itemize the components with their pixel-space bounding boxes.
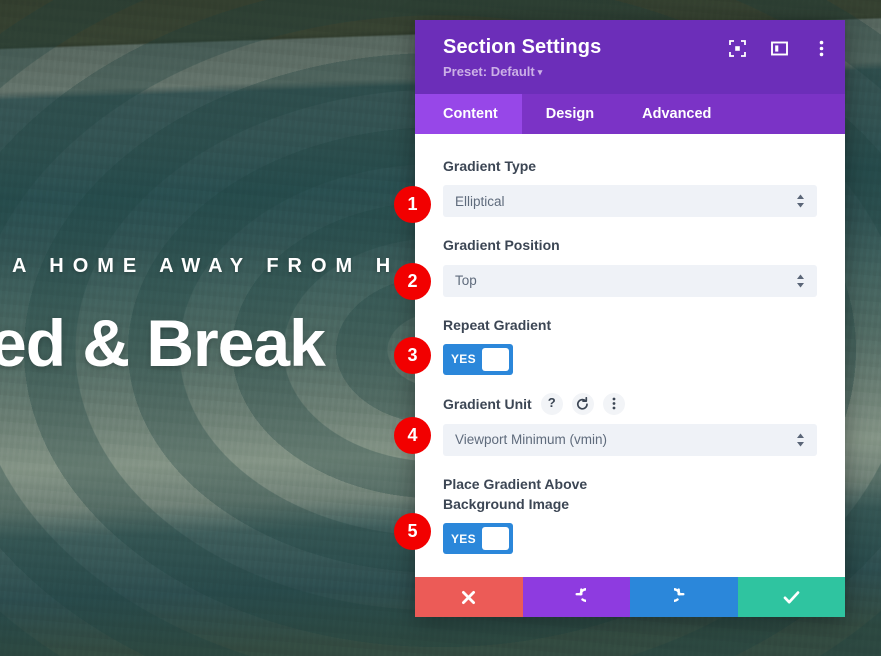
undo-icon xyxy=(575,587,586,602)
repeat-gradient-toggle[interactable]: YES xyxy=(443,343,513,375)
modal-tabs: Content Design Advanced xyxy=(415,94,845,134)
field-gradient-unit: Gradient Unit ? Viewport Minimum (vmin) xyxy=(443,392,817,456)
layout-panel-icon[interactable] xyxy=(769,38,789,58)
stepper-arrows-icon xyxy=(796,194,805,208)
reset-icon[interactable] xyxy=(571,392,594,415)
field-gradient-type: Gradient Type Elliptical xyxy=(443,156,817,218)
modal-header: Section Settings Preset: Default ▾ xyxy=(415,20,845,94)
modal-header-icons xyxy=(727,38,831,58)
field-repeat-gradient: Repeat Gradient YES xyxy=(443,315,817,375)
cancel-button[interactable] xyxy=(415,577,523,617)
field-label-gradient-position: Gradient Position xyxy=(443,237,560,254)
stepper-arrows-icon xyxy=(796,274,805,288)
tab-design[interactable]: Design xyxy=(522,94,618,134)
gradient-unit-value: Viewport Minimum (vmin) xyxy=(455,432,608,448)
place-gradient-above-bg-toggle[interactable]: YES xyxy=(443,523,513,555)
gradient-unit-select[interactable]: Viewport Minimum (vmin) xyxy=(443,423,817,456)
place-gradient-toggle-label: YES xyxy=(451,531,476,546)
screen: A HOME AWAY FROM H ed & Break Section Se… xyxy=(0,0,881,656)
step-badge-1: 1 xyxy=(394,186,431,223)
redo-icon xyxy=(674,587,685,602)
toggle-knob xyxy=(481,527,509,551)
modal-footer xyxy=(415,577,845,617)
stepper-arrows-icon xyxy=(796,433,805,447)
gradient-position-select[interactable]: Top xyxy=(443,264,817,297)
step-badge-5: 5 xyxy=(394,513,431,550)
preset-label: Preset: Default xyxy=(443,64,535,79)
more-vertical-icon[interactable] xyxy=(811,38,831,58)
step-badge-3: 3 xyxy=(394,337,431,374)
field-label-gradient-type: Gradient Type xyxy=(443,158,537,174)
chevron-down-icon: ▾ xyxy=(537,67,543,78)
more-vertical-icon[interactable] xyxy=(602,392,625,415)
redo-button[interactable] xyxy=(630,577,738,617)
gradient-type-select[interactable]: Elliptical xyxy=(443,185,817,218)
undo-button[interactable] xyxy=(522,577,630,617)
tab-content[interactable]: Content xyxy=(415,94,522,134)
field-label-gradient-unit-row: Gradient Unit ? xyxy=(443,392,817,415)
help-icon[interactable]: ? xyxy=(540,392,563,415)
gradient-type-value: Elliptical xyxy=(455,193,505,209)
step-badge-4: 4 xyxy=(394,417,431,454)
field-label-repeat-gradient: Repeat Gradient xyxy=(443,316,552,333)
section-settings-modal: Section Settings Preset: Default ▾ Conte… xyxy=(415,20,845,617)
toggle-knob xyxy=(481,347,509,371)
hero-title: ed & Break xyxy=(0,306,326,380)
preset-selector[interactable]: Preset: Default ▾ xyxy=(443,64,542,79)
field-label-place-gradient-above-bg: Place Gradient Above Background Image xyxy=(443,475,588,513)
hero-kicker: A HOME AWAY FROM H xyxy=(12,255,400,277)
close-icon xyxy=(462,590,476,604)
modal-body: Gradient Type Elliptical Gradient Positi… xyxy=(415,134,845,577)
repeat-gradient-toggle-label: YES xyxy=(451,352,476,367)
check-icon xyxy=(783,590,800,604)
field-place-gradient-above-bg: Place Gradient Above Background Image YE… xyxy=(443,474,817,555)
fullscreen-icon[interactable] xyxy=(727,38,747,58)
field-gradient-position: Gradient Position Top xyxy=(443,235,817,297)
field-label-gradient-unit: Gradient Unit xyxy=(443,395,532,412)
tab-advanced[interactable]: Advanced xyxy=(618,94,735,134)
save-button[interactable] xyxy=(737,577,845,617)
gradient-position-value: Top xyxy=(455,273,477,289)
step-badge-2: 2 xyxy=(394,263,431,300)
